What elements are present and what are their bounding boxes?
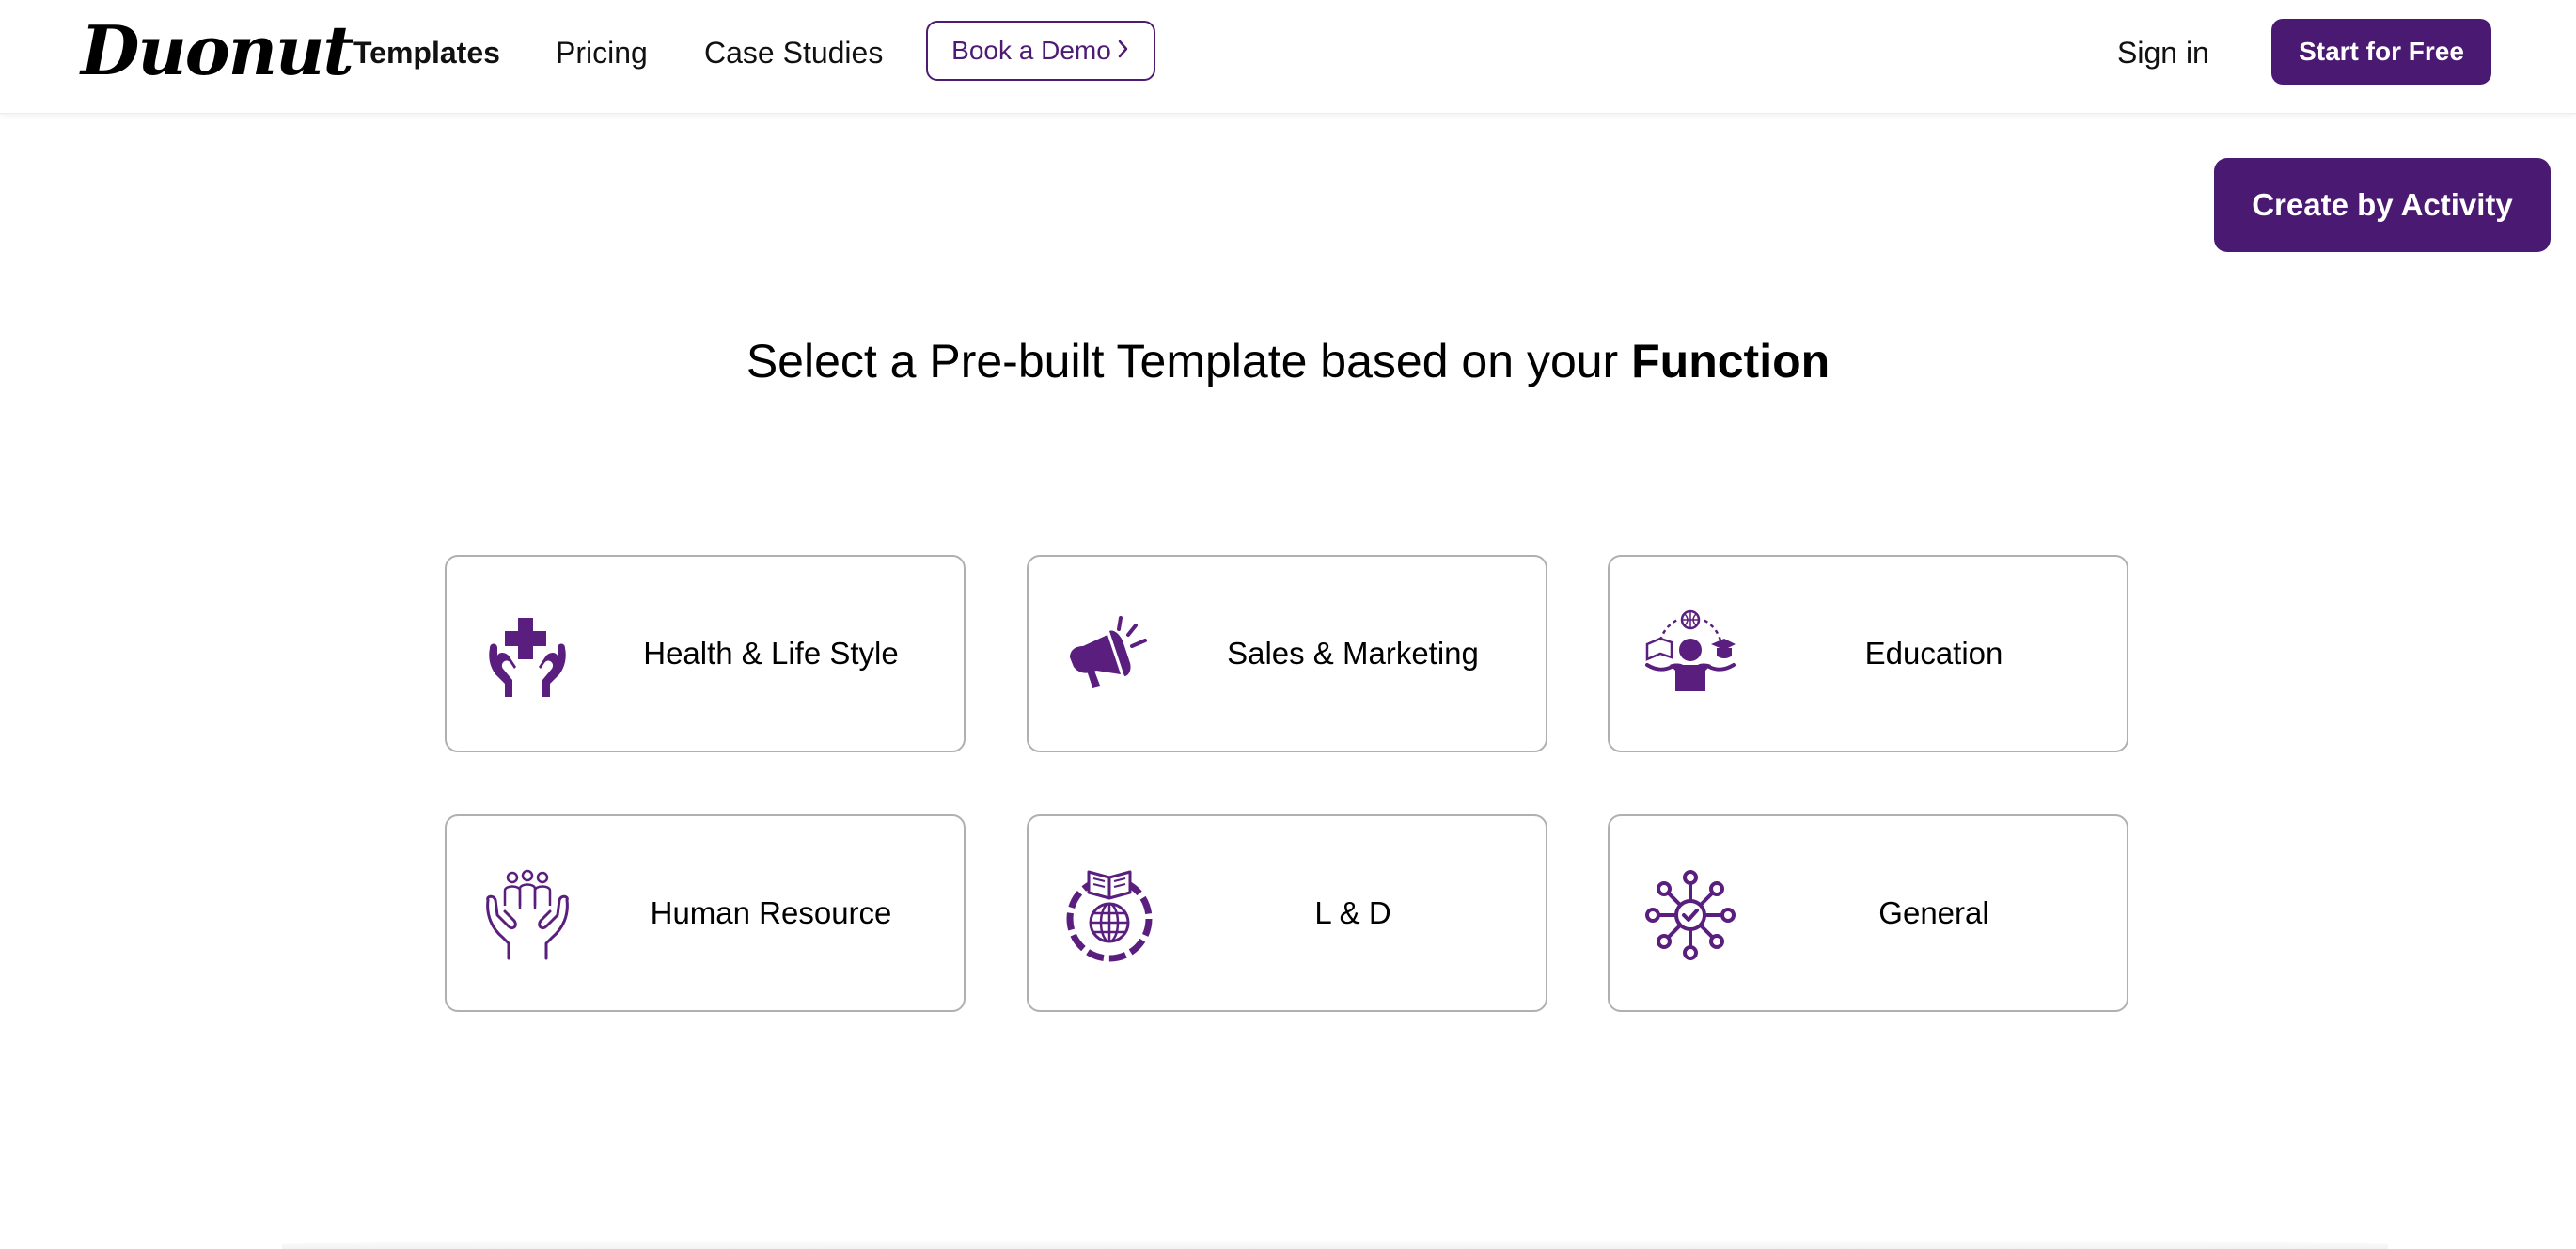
start-for-free-button[interactable]: Start for Free [2271, 19, 2491, 85]
category-card-health[interactable]: Health & Life Style [445, 555, 966, 752]
nav-link-case-studies[interactable]: Case Studies [704, 34, 883, 71]
nav-link-pricing[interactable]: Pricing [556, 34, 648, 71]
book-demo-label: Book a Demo [951, 36, 1111, 65]
book-globe-icon [1062, 868, 1156, 962]
network-check-icon [1643, 868, 1737, 962]
category-label: Health & Life Style [643, 636, 899, 671]
category-label: General [1878, 895, 1989, 930]
category-label: Education [1864, 636, 2003, 671]
category-card-l-and-d[interactable]: L & D [1027, 814, 1547, 1012]
top-navbar: Duonut Templates Pricing Case Studies Bo… [0, 0, 2576, 114]
category-label: Sales & Marketing [1227, 636, 1479, 671]
category-label: Human Resource [650, 895, 892, 930]
page-heading-emphasis: Function [1631, 335, 1830, 387]
megaphone-icon [1062, 609, 1156, 703]
category-card-sales[interactable]: Sales & Marketing [1027, 555, 1547, 752]
category-card-general[interactable]: General [1608, 814, 2128, 1012]
book-demo-button[interactable]: Book a Demo [926, 21, 1155, 81]
category-label: L & D [1314, 895, 1391, 930]
sign-in-link[interactable]: Sign in [2117, 34, 2209, 71]
people-in-hands-icon [480, 868, 574, 962]
category-card-human-resource[interactable]: Human Resource [445, 814, 966, 1012]
page-heading-prefix: Select a Pre-built Template based on you… [746, 335, 1632, 387]
duonut-logo[interactable]: Duonut [81, 11, 354, 90]
page-heading: Select a Pre-built Template based on you… [0, 331, 2576, 391]
footer-shadow [282, 1240, 2388, 1249]
chevron-right-icon [1117, 36, 1130, 66]
nav-link-templates[interactable]: Templates [353, 34, 500, 71]
create-by-activity-button[interactable]: Create by Activity [2214, 158, 2551, 252]
education-student-icon [1643, 609, 1737, 703]
category-card-education[interactable]: Education [1608, 555, 2128, 752]
health-hands-cross-icon [480, 609, 574, 703]
